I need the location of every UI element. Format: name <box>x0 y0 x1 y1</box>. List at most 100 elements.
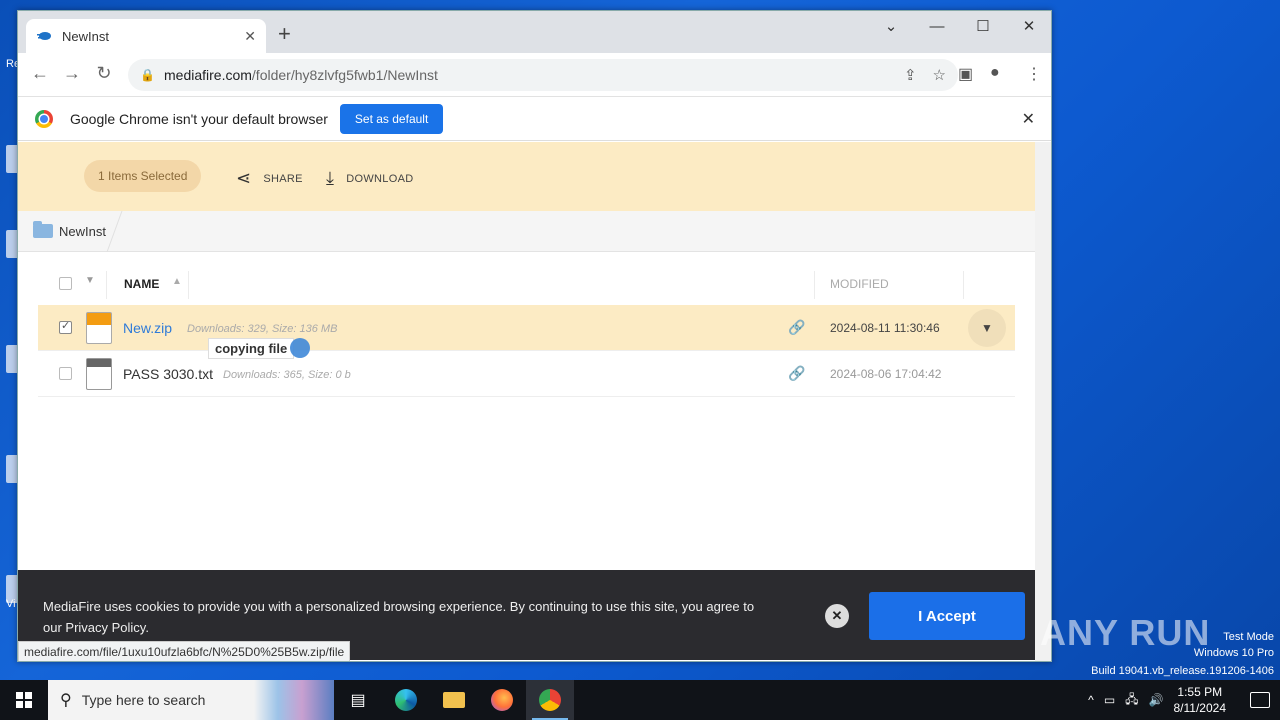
drag-tooltip: copying file <box>208 338 295 359</box>
select-all-checkbox[interactable] <box>59 277 72 290</box>
share-icon: ⋖ <box>236 168 252 188</box>
chrome-logo-icon <box>35 109 53 128</box>
bookmark-star-icon[interactable]: ☆ <box>933 66 946 84</box>
column-name[interactable]: NAME <box>124 277 159 291</box>
download-icon: ⤓ <box>326 168 335 188</box>
row-menu-button[interactable]: ▼ <box>968 309 1006 347</box>
profile-avatar-icon[interactable]: ● <box>990 64 1000 82</box>
share-page-icon[interactable]: ⇪ <box>904 66 917 84</box>
url-host: mediafire.com <box>164 67 252 83</box>
cookie-close-button[interactable]: ✕ <box>825 604 849 628</box>
tab-strip: NewInst ✕ + ⌄ — ☐ ✕ <box>18 11 1051 53</box>
maximize-button[interactable]: ☐ <box>960 11 1006 41</box>
search-icon: ⚲ <box>60 692 72 709</box>
chevron-up-icon[interactable]: ^ <box>1088 693 1094 707</box>
header-divider <box>188 271 189 299</box>
download-button[interactable]: ⤓ DOWNLOAD <box>326 168 413 189</box>
back-button[interactable]: ← <box>28 63 52 84</box>
task-view-icon: ▤ <box>350 692 366 709</box>
share-label: SHARE <box>263 172 303 185</box>
menu-kebab-icon[interactable]: ⋮ <box>1026 64 1042 84</box>
close-window-button[interactable]: ✕ <box>1006 11 1051 41</box>
share-button[interactable]: ⋖ SHARE <box>236 168 303 189</box>
clock[interactable]: 1:55 PM 8/11/2024 <box>1174 684 1227 716</box>
sort-asc-icon[interactable]: ▲ <box>172 276 182 287</box>
copy-link-icon[interactable]: 🔗 <box>788 365 805 382</box>
reload-button[interactable]: ↻ <box>92 63 116 84</box>
volume-icon[interactable]: 🔊 <box>1149 693 1164 707</box>
folder-icon <box>443 692 465 708</box>
selection-action-bar: 1 Items Selected ⋖ SHARE ⤓ DOWNLOAD <box>18 142 1036 211</box>
explorer-taskbar-button[interactable] <box>430 680 478 720</box>
accept-cookies-button[interactable]: I Accept <box>869 592 1025 640</box>
notification-icon[interactable] <box>1250 692 1270 708</box>
taskbar: ⚲ Type here to search ▤ ^ ▭ 🖧 🔊 1:55 PM … <box>0 680 1280 720</box>
chrome-icon <box>539 689 561 711</box>
desktop-label: Vi <box>6 598 16 610</box>
firefox-icon <box>491 689 513 711</box>
set-as-default-button[interactable]: Set as default <box>339 103 444 134</box>
breadcrumb: NewInst <box>18 211 1036 252</box>
infobar-message: Google Chrome isn't your default browser <box>70 110 328 127</box>
address-bar[interactable]: 🔒 mediafire.com /folder/hy8zlvfg5fwb1/Ne… <box>128 59 958 91</box>
table-row[interactable]: PASS 3030.txt Downloads: 365, Size: 0 b … <box>38 351 1015 397</box>
windows-edition-label: Windows 10 Pro <box>1193 647 1274 659</box>
start-button[interactable] <box>0 680 48 720</box>
default-browser-infobar: Google Chrome isn't your default browser… <box>18 97 1051 141</box>
task-view-button[interactable]: ▤ <box>334 680 382 720</box>
status-bar-url: mediafire.com/file/1uxu10ufzla6bfc/N%25D… <box>18 641 351 661</box>
edge-taskbar-button[interactable] <box>382 680 430 720</box>
lock-icon[interactable]: 🔒 <box>140 68 155 82</box>
header-divider <box>963 271 964 299</box>
tab-search-button[interactable]: ⌄ <box>868 11 914 41</box>
mediafire-page: 1 Items Selected ⋖ SHARE ⤓ DOWNLOAD NewI… <box>18 142 1036 661</box>
chrome-taskbar-button[interactable] <box>526 680 574 720</box>
table-header: ▼ NAME ▲ MODIFIED <box>38 263 1015 305</box>
system-tray: ^ ▭ 🖧 🔊 1:55 PM 8/11/2024 <box>1088 684 1280 716</box>
column-modified[interactable]: MODIFIED <box>830 277 889 291</box>
infobar-close-icon[interactable]: ✕ <box>1022 109 1035 129</box>
file-date: 2024-08-06 17:04:42 <box>830 367 942 381</box>
table-row[interactable]: New.zip Downloads: 329, Size: 136 MB 🔗 2… <box>38 305 1015 351</box>
windows-logo-icon <box>16 692 32 708</box>
url-path: /folder/hy8zlvfg5fwb1/NewInst <box>251 67 438 83</box>
new-tab-button[interactable]: + <box>278 23 291 45</box>
tab-title: NewInst <box>62 28 109 44</box>
browser-window: NewInst ✕ + ⌄ — ☐ ✕ ← → ↻ 🔒 mediafire.co… <box>17 10 1052 662</box>
page-scrollbar[interactable] <box>1035 142 1051 661</box>
build-label: Build 19041.vb_release.191206-1406 <box>1091 665 1274 677</box>
selected-count-badge[interactable]: 1 Items Selected <box>84 160 202 192</box>
drag-cursor-icon <box>290 338 310 358</box>
mediafire-favicon-icon <box>37 32 51 40</box>
test-mode-label: Test Mode <box>1223 631 1274 643</box>
file-name[interactable]: PASS 3030.txt <box>123 366 213 382</box>
copy-link-icon[interactable]: 🔗 <box>788 319 805 336</box>
taskbar-search[interactable]: ⚲ Type here to search <box>48 680 334 720</box>
network-icon[interactable]: 🖧 <box>1125 690 1138 711</box>
search-highlight-art <box>254 680 334 720</box>
search-placeholder: Type here to search <box>81 692 206 708</box>
devices-icon[interactable]: ▭ <box>1104 693 1115 707</box>
download-label: DOWNLOAD <box>346 172 414 185</box>
row-checkbox[interactable] <box>59 319 72 334</box>
edge-icon <box>395 689 417 711</box>
breadcrumb-divider <box>106 211 123 252</box>
row-checkbox[interactable] <box>59 367 72 380</box>
side-panel-icon[interactable]: ▣ <box>958 64 973 84</box>
minimize-button[interactable]: — <box>914 11 960 41</box>
tab-newinst[interactable]: NewInst ✕ <box>26 19 266 53</box>
header-divider <box>814 271 815 299</box>
file-date: 2024-08-11 11:30:46 <box>830 321 940 335</box>
forward-button[interactable]: → <box>60 63 84 84</box>
tab-close-icon[interactable]: ✕ <box>244 28 256 45</box>
folder-icon <box>33 221 53 238</box>
firefox-taskbar-button[interactable] <box>478 680 526 720</box>
clock-time: 1:55 PM <box>1177 685 1223 699</box>
anyrun-watermark: ANY RUN <box>1040 612 1211 653</box>
clock-date: 8/11/2024 <box>1173 701 1227 715</box>
breadcrumb-item[interactable]: NewInst <box>59 224 106 239</box>
file-name[interactable]: New.zip <box>123 320 172 336</box>
file-meta: Downloads: 365, Size: 0 b <box>223 369 351 381</box>
select-dropdown-icon[interactable]: ▼ <box>85 275 95 286</box>
file-meta: Downloads: 329, Size: 136 MB <box>187 323 338 335</box>
